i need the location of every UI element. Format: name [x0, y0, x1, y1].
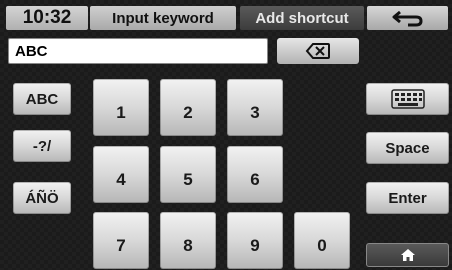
- accents-mode-key[interactable]: ÁÑÖ: [13, 182, 71, 214]
- key-3[interactable]: 3: [227, 79, 283, 136]
- key-9[interactable]: 9: [227, 212, 283, 269]
- home-icon: [400, 249, 415, 261]
- key-5[interactable]: 5: [160, 146, 216, 203]
- tab-add-shortcut[interactable]: Add shortcut: [240, 6, 364, 30]
- backspace-icon: [305, 43, 330, 59]
- enter-key[interactable]: Enter: [366, 182, 449, 214]
- backspace-button[interactable]: [277, 38, 359, 64]
- header-bar: 10:32 Input keyword Add shortcut: [4, 4, 448, 32]
- symbols-mode-key[interactable]: -?/: [13, 130, 71, 162]
- key-2[interactable]: 2: [160, 79, 216, 136]
- keyboard-icon: [390, 89, 425, 109]
- key-6[interactable]: 6: [227, 146, 283, 203]
- key-8[interactable]: 8: [160, 212, 216, 269]
- clock: 10:32: [6, 6, 88, 30]
- key-0[interactable]: 0: [294, 212, 350, 269]
- keyword-input[interactable]: ABC: [8, 38, 268, 64]
- key-7[interactable]: 7: [93, 212, 149, 269]
- abc-mode-key[interactable]: ABC: [13, 83, 71, 115]
- key-1[interactable]: 1: [93, 79, 149, 136]
- space-key[interactable]: Space: [366, 132, 449, 164]
- back-arrow-icon: [392, 10, 423, 27]
- key-4[interactable]: 4: [93, 146, 149, 203]
- back-button[interactable]: [367, 6, 448, 30]
- keyboard-layout-key[interactable]: [366, 83, 449, 115]
- home-button[interactable]: [366, 243, 449, 267]
- tab-input-keyword[interactable]: Input keyword: [90, 6, 236, 30]
